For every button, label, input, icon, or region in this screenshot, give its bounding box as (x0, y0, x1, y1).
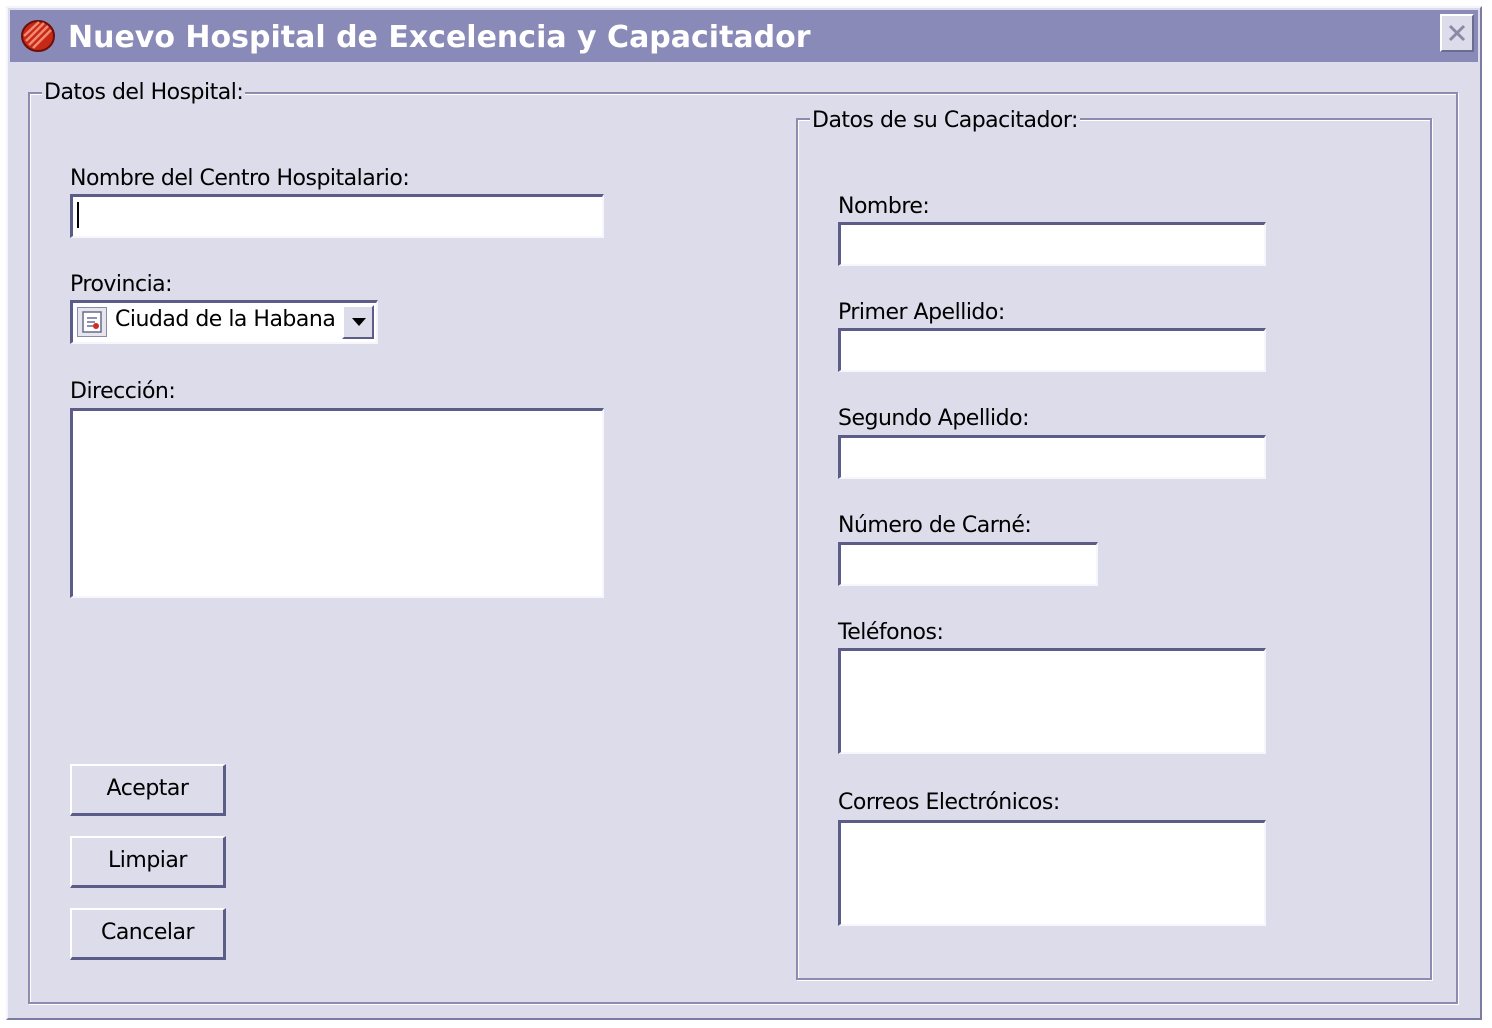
primer-apellido-label: Primer Apellido: (838, 300, 1005, 325)
chevron-down-icon (352, 318, 366, 326)
carne-input[interactable] (838, 542, 1098, 586)
carne-label: Número de Carné: (838, 513, 1032, 538)
cancelar-button[interactable]: Cancelar (70, 908, 226, 960)
direccion-label: Dirección: (70, 379, 176, 404)
hospital-logo-icon (20, 19, 56, 53)
hospital-group-legend: Datos del Hospital: (42, 80, 246, 105)
direccion-textarea[interactable] (70, 408, 604, 598)
aceptar-button[interactable]: Aceptar (70, 764, 226, 816)
segundo-apellido-label: Segundo Apellido: (838, 406, 1030, 431)
provincia-select[interactable]: Ciudad de la Habana (70, 300, 378, 344)
correos-label: Correos Electrónicos: (838, 790, 1060, 815)
provincia-label: Provincia: (70, 272, 173, 297)
text-caret (77, 202, 79, 228)
capacitador-group-legend: Datos de su Capacitador: (810, 108, 1080, 133)
telefonos-textarea[interactable] (838, 648, 1266, 754)
correos-textarea[interactable] (838, 820, 1266, 926)
provincia-selected-value: Ciudad de la Habana (115, 307, 336, 332)
window-title: Nuevo Hospital de Excelencia y Capacitad… (68, 20, 811, 55)
primer-apellido-input[interactable] (838, 328, 1266, 372)
title-bar[interactable]: Nuevo Hospital de Excelencia y Capacitad… (10, 10, 1478, 62)
segundo-apellido-input[interactable] (838, 435, 1266, 479)
close-icon (1448, 24, 1466, 42)
capacitador-nombre-input[interactable] (838, 222, 1266, 266)
close-button[interactable] (1440, 14, 1474, 52)
hospital-name-input[interactable] (70, 194, 604, 238)
limpiar-button[interactable]: Limpiar (70, 836, 226, 888)
hospital-name-label: Nombre del Centro Hospitalario: (70, 166, 410, 191)
map-icon (77, 307, 107, 337)
dialog-window: Nuevo Hospital de Excelencia y Capacitad… (6, 6, 1482, 1020)
provincia-dropdown-button[interactable] (342, 305, 374, 339)
capacitador-nombre-label: Nombre: (838, 194, 930, 219)
telefonos-label: Teléfonos: (838, 620, 944, 645)
